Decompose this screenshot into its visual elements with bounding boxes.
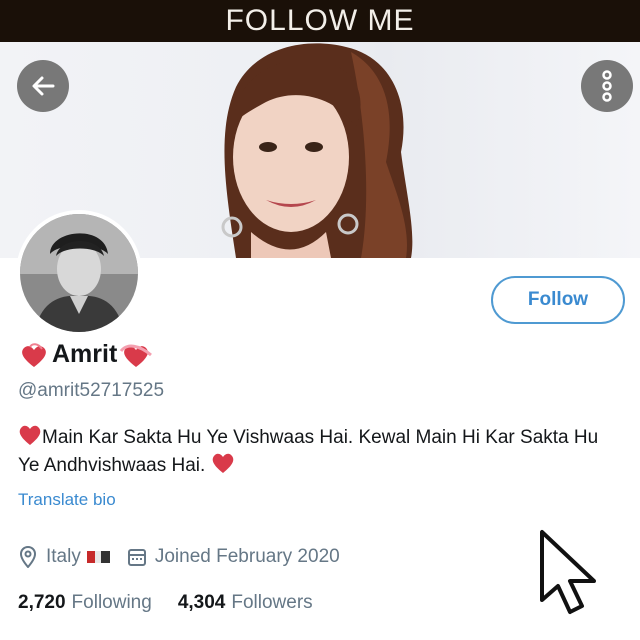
follow-stats: 2,720 Following 4,304 Followers (18, 592, 313, 614)
followers-count: 4,304 (177, 592, 226, 613)
following-label: Following (71, 592, 152, 613)
display-name: Amrit (52, 340, 118, 368)
more-vertical-icon (602, 70, 612, 102)
user-handle: @amrit52717525 (18, 380, 165, 401)
italy-flag-icon (86, 551, 110, 563)
following-stat[interactable]: 2,720 Following (18, 592, 152, 614)
calendar-icon (127, 549, 146, 566)
joined-date: Joined February 2020 (154, 546, 340, 567)
heart-ribbon-icon (120, 344, 153, 367)
display-name-row: Amrit (18, 340, 153, 369)
heart-icon (212, 453, 233, 473)
back-button[interactable] (17, 60, 69, 112)
bio: Main Kar Sakta Hu Ye Vishwaas Hai. Kewal… (18, 424, 618, 480)
more-options-button[interactable] (581, 60, 633, 112)
avatar[interactable] (16, 210, 142, 336)
follow-me-banner: FOLLOW ME (0, 0, 640, 42)
banner-title: FOLLOW ME (225, 4, 415, 37)
followers-stat[interactable]: 4,304 Followers (178, 592, 313, 614)
follow-button-label: Follow (527, 289, 589, 310)
translate-bio-link[interactable]: Translate bio (18, 490, 116, 510)
sparkling-hearts-icon (22, 342, 46, 367)
avatar-image (20, 214, 138, 332)
heart-icon (19, 425, 41, 445)
location-pin-icon (19, 546, 37, 568)
following-count: 2,720 (18, 592, 66, 613)
bio-text: Main Kar Sakta Hu Ye Vishwaas Hai. Kewal… (18, 427, 599, 476)
followers-label: Followers (231, 592, 313, 613)
arrow-left-icon (32, 76, 55, 96)
follow-button[interactable]: Follow (491, 276, 625, 324)
header-portrait-image (221, 43, 413, 258)
mouse-cursor-icon (540, 530, 596, 614)
profile-meta: Italy Joined February 2020 (18, 546, 340, 568)
location-text: Italy (46, 546, 81, 567)
